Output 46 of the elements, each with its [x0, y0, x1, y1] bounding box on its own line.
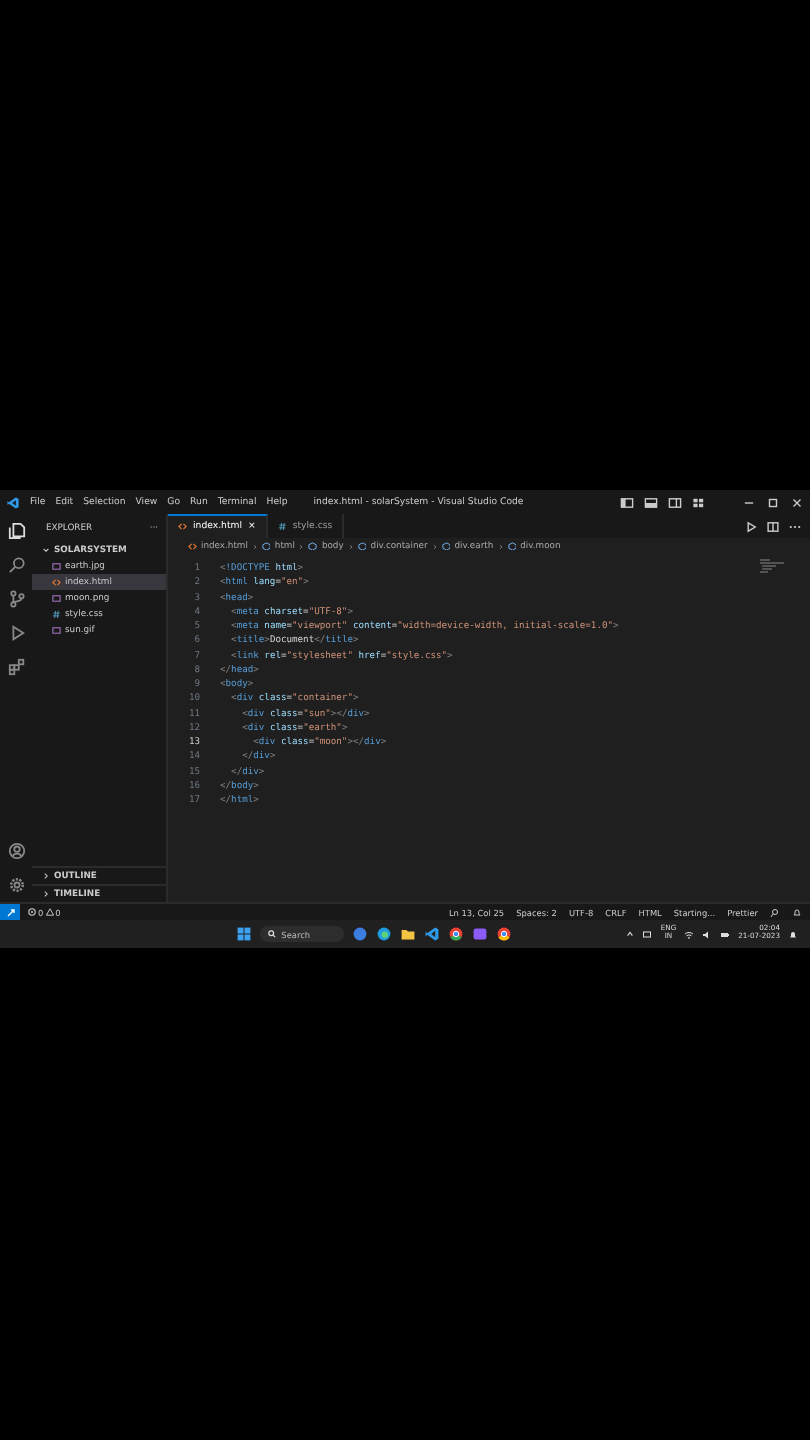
- remote-button[interactable]: [0, 904, 20, 920]
- image-icon: [52, 625, 61, 635]
- warning-icon: [45, 908, 54, 916]
- run-debug-icon[interactable]: [7, 624, 25, 642]
- error-icon: [28, 908, 36, 916]
- run-icon[interactable]: [744, 519, 758, 533]
- image-icon: [52, 593, 61, 603]
- cube-icon: [441, 541, 451, 551]
- app-logo-icon: [6, 495, 20, 509]
- monitor-icon[interactable]: [642, 929, 653, 939]
- account-icon[interactable]: [7, 842, 25, 860]
- notification-bell-icon[interactable]: [788, 929, 798, 939]
- code-icon: [52, 577, 61, 587]
- split-editor-icon[interactable]: [766, 519, 780, 533]
- panel-toggle-icon[interactable]: [644, 495, 658, 509]
- cube-icon: [308, 541, 318, 551]
- extensions-icon[interactable]: [7, 658, 25, 676]
- image-icon: [52, 561, 61, 571]
- grid-layout-icon[interactable]: [692, 495, 706, 509]
- remote-icon: [5, 907, 15, 917]
- chevron-up-icon[interactable]: [626, 930, 635, 938]
- code-icon: [188, 541, 197, 551]
- wifi-icon[interactable]: [684, 929, 695, 939]
- search-icon[interactable]: [7, 556, 25, 574]
- cube-icon: [357, 541, 367, 551]
- cube-icon: [261, 541, 271, 551]
- maximize-icon[interactable]: [766, 495, 780, 509]
- search-icon: [267, 930, 276, 938]
- chevron-icon[interactable]: [42, 546, 50, 554]
- folder-icon[interactable]: [399, 926, 416, 942]
- close-icon[interactable]: [790, 495, 804, 509]
- speaker-icon[interactable]: [702, 929, 713, 939]
- hash-icon: [277, 521, 287, 531]
- bell-icon[interactable]: [792, 907, 802, 917]
- code-editor-icon[interactable]: [423, 926, 440, 942]
- minimap-drawing: [758, 558, 786, 574]
- hash-icon: [52, 609, 61, 619]
- code-icon: [178, 522, 187, 532]
- browser-icon[interactable]: [375, 926, 392, 942]
- files-icon[interactable]: [7, 522, 25, 540]
- cube-icon: [507, 541, 517, 551]
- split-layout-icon[interactable]: [668, 495, 682, 509]
- source-control-icon[interactable]: [7, 590, 25, 608]
- start-icon[interactable]: [235, 926, 252, 942]
- sidebar-toggle-icon[interactable]: [620, 495, 634, 509]
- settings-icon[interactable]: [7, 876, 25, 894]
